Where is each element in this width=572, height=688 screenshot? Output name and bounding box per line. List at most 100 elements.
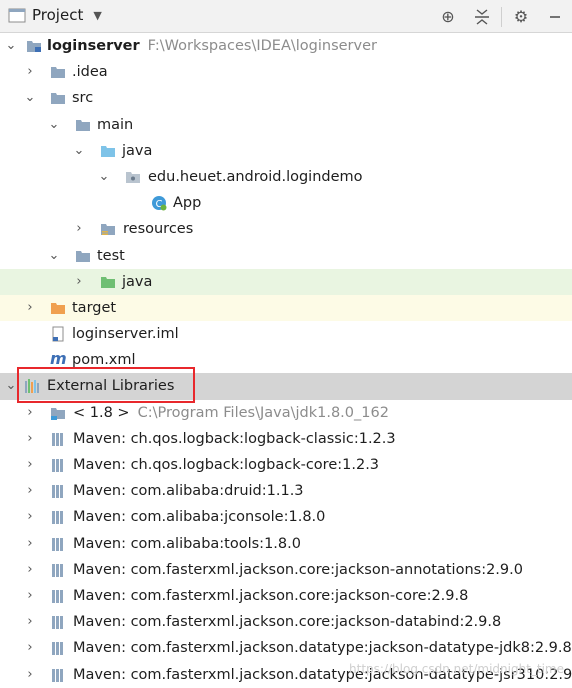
tree-node-test[interactable]: ⌄ test [0,243,572,269]
chevron-right-icon[interactable]: › [72,216,86,242]
tree-node-main-java[interactable]: ⌄ java [0,138,572,164]
highlight-box [17,367,195,403]
gear-icon[interactable]: ⚙ [504,0,538,33]
jdk-name: < 1.8 > [73,404,130,421]
tree-node-resources[interactable]: › resources [0,216,572,242]
chevron-down-icon[interactable]: ⌄ [97,164,111,190]
library-icon [52,668,63,682]
jdk-icon [51,407,65,420]
tree-label: resources [123,221,194,238]
maven-file-icon: m [50,349,67,369]
tree-node-root[interactable]: ⌄ loginserver F:\Workspaces\IDEA\loginser… [0,33,572,59]
library-label: Maven: ch.qos.logback:logback-core:1.2.3 [73,457,380,473]
tree-node-package[interactable]: ⌄ edu.heuet.android.logindemo [0,164,572,190]
folder-icon [51,67,65,79]
library-row[interactable]: › Maven: com.fasterxml.jackson.core:jack… [0,557,572,583]
library-label: Maven: com.fasterxml.jackson.datatype:ja… [73,640,572,657]
tree-label: target [72,299,117,316]
tree-node-idea[interactable]: › .idea [0,59,572,85]
tree-node-jdk[interactable]: › < 1.8 > C:\Program Files\Java\jdk1.8.0_… [0,400,572,426]
tree-label: src [72,90,94,107]
chevron-right-icon[interactable]: › [23,609,37,635]
library-icon [52,642,63,656]
toolbar-divider [501,6,502,27]
module-file-icon [52,326,64,342]
jdk-path: C:\Program Files\Java\jdk1.8.0_162 [137,404,389,421]
chevron-right-icon[interactable]: › [23,426,37,452]
tree-node-test-java[interactable]: › java [0,268,572,295]
tree-node-iml[interactable]: loginserver.iml [0,321,572,347]
module-folder-icon [27,41,41,52]
library-row[interactable]: › Maven: com.alibaba:tools:1.8.0 [0,531,572,557]
library-label: Maven: com.alibaba:jconsole:1.8.0 [73,509,326,526]
library-icon [52,432,63,446]
tree-node-main[interactable]: ⌄ main [0,112,572,138]
project-folder-icon [8,8,26,23]
library-icon [52,485,63,499]
source-folder-icon [101,145,115,157]
chevron-down-icon[interactable]: ⌄ [72,138,86,164]
library-row[interactable]: › Maven: com.alibaba:jconsole:1.8.0 [0,504,572,530]
chevron-down-icon[interactable]: ▼ [93,9,101,22]
library-label: Maven: ch.qos.logback:logback-classic:1.… [73,430,396,447]
tree-label: App [173,195,202,212]
package-icon [126,171,140,183]
minimize-icon[interactable] [538,0,572,33]
chevron-down-icon[interactable]: ⌄ [47,112,61,138]
tree-label: edu.heuet.android.logindemo [148,168,363,185]
root-path: F:\Workspaces\IDEA\loginserver [147,38,377,54]
project-view-selector[interactable]: Project ▼ [8,6,102,24]
watermark: https://blog.csdn.net/midnight_time [349,662,564,676]
test-folder-icon [101,276,115,288]
tree-node-app[interactable]: C App [0,190,572,216]
library-icon [52,563,63,577]
library-icon [52,589,63,603]
library-label: Maven: com.fasterxml.jackson.core:jackso… [73,614,502,631]
chevron-right-icon[interactable]: › [23,662,37,688]
library-icon [52,537,63,551]
chevron-right-icon[interactable]: › [23,583,37,609]
tree-label: main [97,116,134,133]
chevron-right-icon[interactable]: › [23,400,37,426]
folder-icon [51,93,65,105]
tree-node-target[interactable]: › target [0,294,572,322]
library-row[interactable]: › Maven: ch.qos.logback:logback-core:1.2… [0,452,572,478]
chevron-right-icon[interactable]: › [23,452,37,478]
tree-label: test [97,247,125,264]
library-row[interactable]: › Maven: com.fasterxml.jackson.core:jack… [0,583,572,609]
chevron-down-icon[interactable]: ⌄ [47,243,61,269]
crosshair-icon[interactable]: ⊕ [431,0,465,33]
tree-label: java [122,273,153,290]
library-icon [52,511,63,525]
chevron-right-icon[interactable]: › [23,295,37,321]
library-row[interactable]: › Maven: com.fasterxml.jackson.datatype:… [0,635,572,661]
library-label: Maven: com.fasterxml.jackson.core:jackso… [73,587,469,604]
library-label: Maven: com.alibaba:druid:1.1.3 [73,483,304,500]
chevron-right-icon[interactable]: › [23,59,37,85]
chevron-right-icon[interactable]: › [23,635,37,661]
excluded-folder-icon [51,302,65,314]
spring-boot-class-icon: C [152,196,167,211]
resources-folder-icon [101,224,115,236]
chevron-down-icon[interactable]: ⌄ [4,33,18,59]
library-icon [52,616,63,630]
library-row[interactable]: › Maven: ch.qos.logback:logback-classic:… [0,426,572,452]
library-row[interactable]: › Maven: com.fasterxml.jackson.core:jack… [0,609,572,635]
chevron-right-icon[interactable]: › [23,531,37,557]
chevron-down-icon[interactable]: ⌄ [23,85,37,111]
folder-icon [76,119,90,131]
collapse-icon[interactable] [465,0,499,33]
folder-icon [76,250,90,262]
tree-label: .idea [72,64,108,81]
chevron-down-icon[interactable]: ⌄ [4,373,18,399]
chevron-right-icon[interactable]: › [23,504,37,530]
tree-label: java [122,142,153,159]
chevron-right-icon[interactable]: › [72,269,86,295]
chevron-right-icon[interactable]: › [23,557,37,583]
root-name: loginserver [47,38,140,54]
library-label: Maven: com.fasterxml.jackson.core:jackso… [73,561,523,578]
tree-label: loginserver.iml [72,326,179,343]
tree-node-src[interactable]: ⌄ src [0,85,572,111]
chevron-right-icon[interactable]: › [23,478,37,504]
library-row[interactable]: › Maven: com.alibaba:druid:1.1.3 [0,478,572,504]
